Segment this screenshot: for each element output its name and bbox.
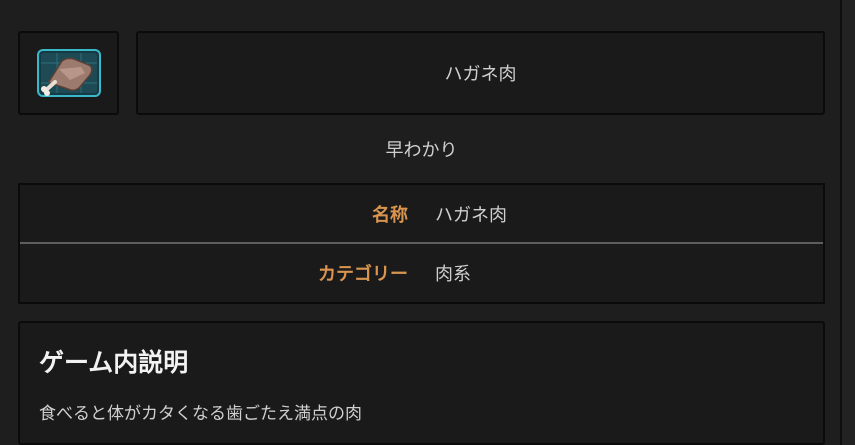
in-game-description-panel: ゲーム内説明 食べると体がカタくなる歯ごたえ満点の肉 <box>18 321 825 445</box>
description-heading: ゲーム内説明 <box>39 348 189 377</box>
scrollbar-track[interactable] <box>840 0 855 445</box>
quick-summary-heading: 早わかり <box>385 140 458 161</box>
item-name-panel: ハガネ肉 <box>136 31 825 115</box>
quick-summary-table: 名称 ハガネ肉 カテゴリー 肉系 <box>18 183 825 304</box>
table-row-name: 名称 ハガネ肉 <box>20 185 823 243</box>
steel-meat-icon <box>37 49 101 97</box>
description-text: 食べると体がカタくなる歯ごたえ満点の肉 <box>39 404 362 424</box>
row-label-name: 名称 <box>372 205 408 226</box>
row-value-category: 肉系 <box>435 264 471 285</box>
item-name: ハガネ肉 <box>444 64 517 85</box>
row-label-category: カテゴリー <box>318 264 408 285</box>
row-value-name: ハガネ肉 <box>435 205 507 226</box>
item-icon-panel <box>18 31 119 115</box>
table-row-category: カテゴリー 肉系 <box>20 244 823 302</box>
